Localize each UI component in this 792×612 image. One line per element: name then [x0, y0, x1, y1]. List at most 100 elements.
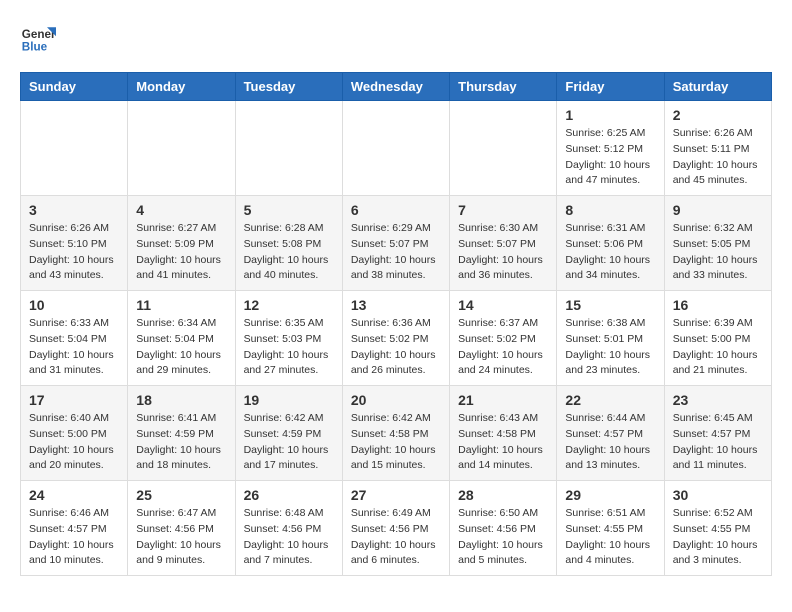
day-info: Sunrise: 6:47 AMSunset: 4:56 PMDaylight:…: [136, 506, 226, 569]
weekday-header: Friday: [557, 73, 664, 101]
day-number: 22: [565, 392, 655, 408]
day-info: Sunrise: 6:31 AMSunset: 5:06 PMDaylight:…: [565, 221, 655, 284]
day-info: Sunrise: 6:42 AMSunset: 4:59 PMDaylight:…: [244, 411, 334, 474]
calendar-cell: 11 Sunrise: 6:34 AMSunset: 5:04 PMDayligh…: [128, 291, 235, 386]
day-number: 20: [351, 392, 441, 408]
calendar-week-row: 24 Sunrise: 6:46 AMSunset: 4:57 PMDayligh…: [21, 481, 772, 576]
day-number: 1: [565, 107, 655, 123]
day-number: 18: [136, 392, 226, 408]
calendar-cell: 2Sunrise: 6:26 AMSunset: 5:11 PMDaylight…: [664, 101, 771, 196]
day-number: 13: [351, 297, 441, 313]
calendar-cell: 13 Sunrise: 6:36 AMSunset: 5:02 PMDayligh…: [342, 291, 449, 386]
day-info: Sunrise: 6:49 AMSunset: 4:56 PMDaylight:…: [351, 506, 441, 569]
day-info: Sunrise: 6:44 AMSunset: 4:57 PMDaylight:…: [565, 411, 655, 474]
day-number: 3: [29, 202, 119, 218]
calendar-cell: 30 Sunrise: 6:52 AMSunset: 4:55 PMDayligh…: [664, 481, 771, 576]
day-info: Sunrise: 6:26 AMSunset: 5:10 PMDaylight:…: [29, 221, 119, 284]
day-number: 27: [351, 487, 441, 503]
page-header: General Blue: [20, 20, 772, 56]
calendar-cell: 29 Sunrise: 6:51 AMSunset: 4:55 PMDayligh…: [557, 481, 664, 576]
calendar-header-row: SundayMondayTuesdayWednesdayThursdayFrid…: [21, 73, 772, 101]
day-info: Sunrise: 6:40 AMSunset: 5:00 PMDaylight:…: [29, 411, 119, 474]
calendar-week-row: 17 Sunrise: 6:40 AMSunset: 5:00 PMDayligh…: [21, 386, 772, 481]
day-info: Sunrise: 6:52 AMSunset: 4:55 PMDaylight:…: [673, 506, 763, 569]
day-info: Sunrise: 6:34 AMSunset: 5:04 PMDaylight:…: [136, 316, 226, 379]
day-info: Sunrise: 6:46 AMSunset: 4:57 PMDaylight:…: [29, 506, 119, 569]
day-info: Sunrise: 6:45 AMSunset: 4:57 PMDaylight:…: [673, 411, 763, 474]
day-number: 25: [136, 487, 226, 503]
day-number: 16: [673, 297, 763, 313]
calendar-cell: 3 Sunrise: 6:26 AMSunset: 5:10 PMDaylight…: [21, 196, 128, 291]
day-number: 8: [565, 202, 655, 218]
day-number: 10: [29, 297, 119, 313]
calendar-cell: 26 Sunrise: 6:48 AMSunset: 4:56 PMDayligh…: [235, 481, 342, 576]
day-number: 26: [244, 487, 334, 503]
day-number: 15: [565, 297, 655, 313]
day-number: 2: [673, 107, 763, 123]
day-info: Sunrise: 6:42 AMSunset: 4:58 PMDaylight:…: [351, 411, 441, 474]
day-info: Sunrise: 6:33 AMSunset: 5:04 PMDaylight:…: [29, 316, 119, 379]
calendar-week-row: 10 Sunrise: 6:33 AMSunset: 5:04 PMDayligh…: [21, 291, 772, 386]
weekday-header: Wednesday: [342, 73, 449, 101]
day-number: 7: [458, 202, 548, 218]
calendar-cell: [342, 101, 449, 196]
calendar-cell: 19 Sunrise: 6:42 AMSunset: 4:59 PMDayligh…: [235, 386, 342, 481]
day-info: Sunrise: 6:43 AMSunset: 4:58 PMDaylight:…: [458, 411, 548, 474]
calendar-cell: [450, 101, 557, 196]
day-number: 5: [244, 202, 334, 218]
day-number: 9: [673, 202, 763, 218]
calendar-cell: 17 Sunrise: 6:40 AMSunset: 5:00 PMDayligh…: [21, 386, 128, 481]
calendar-cell: [21, 101, 128, 196]
calendar-cell: 23 Sunrise: 6:45 AMSunset: 4:57 PMDayligh…: [664, 386, 771, 481]
day-info: Sunrise: 6:28 AMSunset: 5:08 PMDaylight:…: [244, 221, 334, 284]
weekday-header: Thursday: [450, 73, 557, 101]
calendar-week-row: 3 Sunrise: 6:26 AMSunset: 5:10 PMDaylight…: [21, 196, 772, 291]
day-info: Sunrise: 6:38 AMSunset: 5:01 PMDaylight:…: [565, 316, 655, 379]
calendar-cell: 25 Sunrise: 6:47 AMSunset: 4:56 PMDayligh…: [128, 481, 235, 576]
calendar-cell: 10 Sunrise: 6:33 AMSunset: 5:04 PMDayligh…: [21, 291, 128, 386]
calendar-cell: 7Sunrise: 6:30 AMSunset: 5:07 PMDaylight…: [450, 196, 557, 291]
calendar-cell: 5 Sunrise: 6:28 AMSunset: 5:08 PMDaylight…: [235, 196, 342, 291]
day-number: 23: [673, 392, 763, 408]
day-info: Sunrise: 6:51 AMSunset: 4:55 PMDaylight:…: [565, 506, 655, 569]
day-info: Sunrise: 6:29 AMSunset: 5:07 PMDaylight:…: [351, 221, 441, 284]
day-info: Sunrise: 6:36 AMSunset: 5:02 PMDaylight:…: [351, 316, 441, 379]
logo-icon: General Blue: [20, 20, 56, 56]
day-number: 11: [136, 297, 226, 313]
day-number: 21: [458, 392, 548, 408]
calendar-cell: 9 Sunrise: 6:32 AMSunset: 5:05 PMDaylight…: [664, 196, 771, 291]
calendar-cell: 21 Sunrise: 6:43 AMSunset: 4:58 PMDayligh…: [450, 386, 557, 481]
day-info: Sunrise: 6:25 AMSunset: 5:12 PMDaylight:…: [565, 126, 655, 189]
day-number: 4: [136, 202, 226, 218]
day-info: Sunrise: 6:27 AMSunset: 5:09 PMDaylight:…: [136, 221, 226, 284]
weekday-header: Tuesday: [235, 73, 342, 101]
calendar-cell: 1 Sunrise: 6:25 AMSunset: 5:12 PMDaylight…: [557, 101, 664, 196]
svg-text:Blue: Blue: [22, 41, 48, 54]
calendar-cell: 28Sunrise: 6:50 AMSunset: 4:56 PMDayligh…: [450, 481, 557, 576]
day-info: Sunrise: 6:32 AMSunset: 5:05 PMDaylight:…: [673, 221, 763, 284]
day-info: Sunrise: 6:48 AMSunset: 4:56 PMDaylight:…: [244, 506, 334, 569]
calendar-week-row: 1 Sunrise: 6:25 AMSunset: 5:12 PMDaylight…: [21, 101, 772, 196]
calendar-cell: 22 Sunrise: 6:44 AMSunset: 4:57 PMDayligh…: [557, 386, 664, 481]
day-number: 28: [458, 487, 548, 503]
calendar-cell: 20 Sunrise: 6:42 AMSunset: 4:58 PMDayligh…: [342, 386, 449, 481]
calendar-cell: 16 Sunrise: 6:39 AMSunset: 5:00 PMDayligh…: [664, 291, 771, 386]
day-number: 29: [565, 487, 655, 503]
day-info: Sunrise: 6:39 AMSunset: 5:00 PMDaylight:…: [673, 316, 763, 379]
day-number: 12: [244, 297, 334, 313]
day-number: 19: [244, 392, 334, 408]
day-number: 17: [29, 392, 119, 408]
day-number: 14: [458, 297, 548, 313]
day-info: Sunrise: 6:37 AMSunset: 5:02 PMDaylight:…: [458, 316, 548, 379]
calendar-cell: 14 Sunrise: 6:37 AMSunset: 5:02 PMDayligh…: [450, 291, 557, 386]
logo: General Blue: [20, 20, 56, 56]
calendar-cell: [128, 101, 235, 196]
calendar-cell: 4 Sunrise: 6:27 AMSunset: 5:09 PMDaylight…: [128, 196, 235, 291]
calendar-cell: 8 Sunrise: 6:31 AMSunset: 5:06 PMDaylight…: [557, 196, 664, 291]
calendar-cell: [235, 101, 342, 196]
weekday-header: Monday: [128, 73, 235, 101]
day-number: 30: [673, 487, 763, 503]
day-number: 24: [29, 487, 119, 503]
calendar-cell: 27 Sunrise: 6:49 AMSunset: 4:56 PMDayligh…: [342, 481, 449, 576]
calendar-table: SundayMondayTuesdayWednesdayThursdayFrid…: [20, 72, 772, 576]
